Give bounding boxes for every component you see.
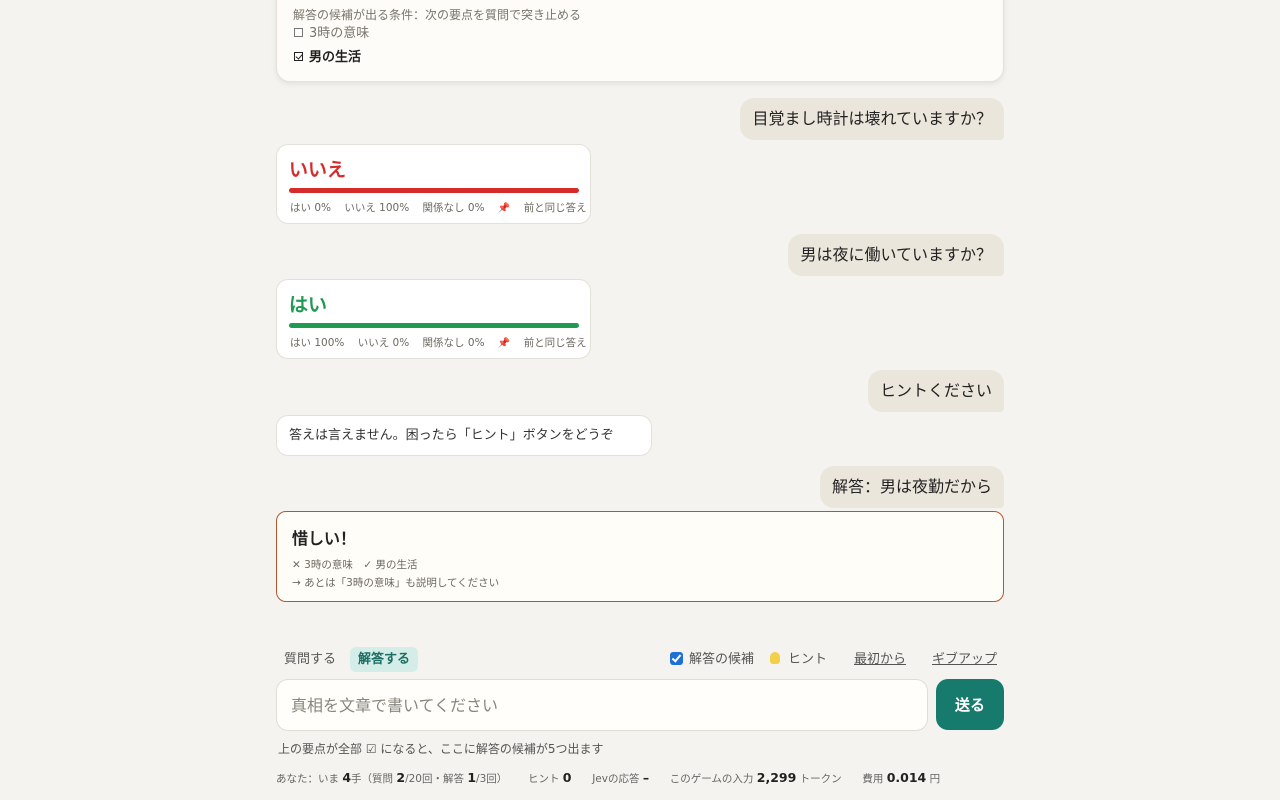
criteria-item-label: 3時の意味 xyxy=(309,26,370,41)
status-tokens-unit: トークン xyxy=(799,773,842,785)
answer-verdict: いいえ xyxy=(289,159,347,181)
answer-stats: はい 100% いいえ 0% 関係なし 0% 📌 前と同じ答え xyxy=(290,335,597,350)
status-jev-value: – xyxy=(642,770,650,785)
answer-bar xyxy=(289,188,579,193)
tab-answer[interactable]: 解答する xyxy=(350,647,419,672)
hint-button[interactable]: ヒント xyxy=(770,650,827,670)
answer-stats: はい 0% いいえ 100% 関係なし 0% 📌 前と同じ答え xyxy=(290,200,597,215)
stat-same: 前と同じ答え xyxy=(523,337,587,349)
restart-link[interactable]: 最初から xyxy=(854,650,906,670)
answer-input[interactable] xyxy=(276,679,928,731)
status-bar: あなた：いま 4手（質問 2/20回・解答 1/3回） ヒント 0 Jevの応答… xyxy=(276,770,940,786)
status-hints: 0 xyxy=(562,770,572,785)
criteria-card: 解答の候補が出る条件：次の要点を質問で突き止める 3時の意味 男の生活 xyxy=(276,0,1004,82)
status-cost-label: 費用 xyxy=(862,773,884,785)
stat-irrelevant: 関係なし 0% xyxy=(422,337,485,349)
stat-no: いいえ 0% xyxy=(357,337,410,349)
pin-icon: 📌 xyxy=(497,203,511,214)
status-tokens: 2,299 xyxy=(756,770,797,785)
candidates-label: 解答の候補 xyxy=(689,652,755,667)
status-hint-label: ヒント xyxy=(527,773,560,785)
giveup-link[interactable]: ギブアップ xyxy=(932,650,997,670)
answer-card-yes: はい はい 100% いいえ 0% 関係なし 0% 📌 前と同じ答え xyxy=(276,279,591,359)
stat-irrelevant: 関係なし 0% xyxy=(422,202,485,214)
stat-yes: はい 100% xyxy=(290,337,345,349)
verdict-checklist: ✕ 3時の意味 ✓ 男の生活 xyxy=(292,559,418,571)
stat-same: 前と同じ答え xyxy=(523,202,587,214)
send-button[interactable]: 送る xyxy=(936,679,1004,730)
verdict-card: 惜しい！ ✕ 3時の意味 ✓ 男の生活 → あとは「3時の意味」も説明してくださ… xyxy=(276,511,1004,602)
status-moves-unit: 手（質問 xyxy=(351,773,394,785)
unchecked-box-icon xyxy=(294,28,303,37)
system-message: 答えは言えません。困ったら「ヒント」ボタンをどうぞ xyxy=(276,415,652,456)
tab-question[interactable]: 質問する xyxy=(276,647,344,672)
status-answers-unit: /3回） xyxy=(476,773,508,785)
user-message: 男は夜に働いていますか？ xyxy=(788,234,1004,276)
criteria-title: 解答の候補が出る条件：次の要点を質問で突き止める xyxy=(293,8,582,22)
status-jev-label: Jevの応答 xyxy=(592,773,640,785)
answer-bar xyxy=(289,323,579,328)
status-questions-unit: /20回・解答 xyxy=(405,773,464,785)
stat-no: いいえ 100% xyxy=(344,202,410,214)
lightbulb-icon xyxy=(770,652,780,664)
stat-yes: はい 0% xyxy=(290,202,331,214)
criteria-item-checked: 男の生活 xyxy=(294,46,361,65)
status-moves: 4 xyxy=(342,770,352,785)
checkbox-checked-icon[interactable] xyxy=(670,652,683,665)
candidates-note: 上の要点が全部 ☑ になると、ここに解答の候補が5つ出ます xyxy=(278,742,604,756)
criteria-item-label: 男の生活 xyxy=(309,50,362,65)
user-message: 目覚まし時計は壊れていますか？ xyxy=(740,98,1004,140)
status-answers: 1 xyxy=(467,770,477,785)
verdict-advice: → あとは「3時の意味」も説明してください xyxy=(292,577,500,589)
status-input-label: このゲームの入力 xyxy=(669,773,754,785)
user-message: ヒントください xyxy=(867,370,1004,412)
hint-label: ヒント xyxy=(788,652,828,667)
pin-icon: 📌 xyxy=(497,338,511,349)
answer-card-no: いいえ はい 0% いいえ 100% 関係なし 0% 📌 前と同じ答え xyxy=(276,144,591,224)
criteria-item-unchecked: 3時の意味 xyxy=(294,22,369,41)
status-questions: 2 xyxy=(396,770,406,785)
status-cost: 0.014 xyxy=(886,770,927,785)
status-cost-unit: 円 xyxy=(929,773,941,785)
checked-box-icon xyxy=(294,52,303,61)
user-message: 解答：男は夜勤だから xyxy=(819,466,1004,508)
verdict-title: 惜しい！ xyxy=(292,529,357,548)
candidates-toggle[interactable]: 解答の候補 xyxy=(670,650,754,670)
answer-verdict: はい xyxy=(289,294,328,316)
status-player-prefix: あなた：いま xyxy=(276,773,339,785)
